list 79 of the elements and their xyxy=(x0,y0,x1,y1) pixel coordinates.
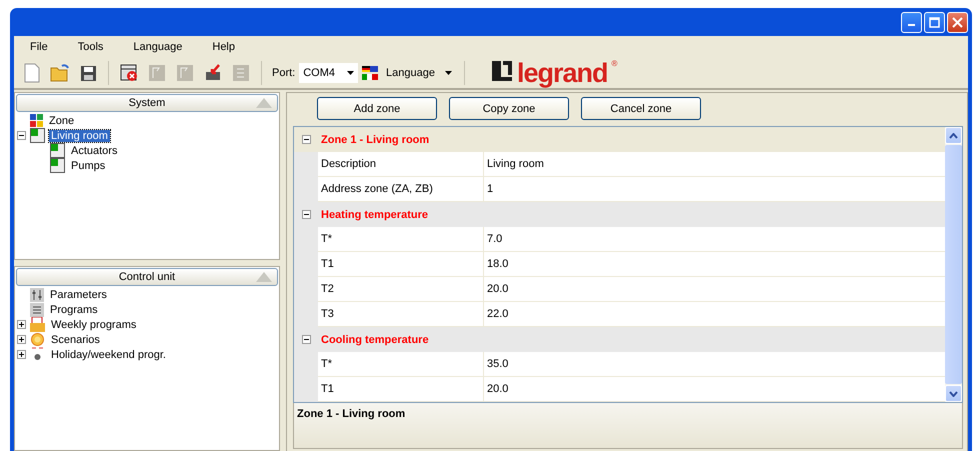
property-name: T2 xyxy=(318,277,484,302)
property-value[interactable]: 22.0 xyxy=(484,302,945,327)
sliders-icon xyxy=(30,288,44,302)
close-button[interactable] xyxy=(947,12,968,32)
caret-icon xyxy=(347,71,354,75)
row-gutter xyxy=(294,152,318,177)
open-folder-icon xyxy=(50,64,70,82)
minimize-icon xyxy=(908,24,915,26)
tree-item[interactable]: Zone xyxy=(47,114,76,126)
calendar-folder-icon xyxy=(30,317,45,332)
maximize-button[interactable] xyxy=(924,12,945,32)
property-value[interactable]: 7.0 xyxy=(484,227,945,252)
minimize-button[interactable] xyxy=(901,12,922,32)
registered-mark: ® xyxy=(612,59,618,68)
scrollbar[interactable] xyxy=(945,127,962,402)
collapse-icon[interactable] xyxy=(17,131,26,140)
tree-item[interactable]: Scenarios xyxy=(49,334,102,346)
menu-item[interactable]: Tools xyxy=(78,41,120,53)
logo-text: legrand xyxy=(516,59,608,87)
property-name: T1 xyxy=(318,252,484,277)
tree-item[interactable]: Actuators xyxy=(69,144,120,156)
menu-item[interactable]: File xyxy=(30,41,64,53)
triangle-icon xyxy=(255,271,273,283)
scroll-up-icon xyxy=(949,132,958,138)
property-name: T* xyxy=(318,352,484,377)
triangle-icon xyxy=(255,97,273,109)
property-value[interactable]: 20.0 xyxy=(484,377,945,402)
tree-node-icon xyxy=(50,143,65,158)
collapse-icon[interactable] xyxy=(302,135,310,144)
tree-item[interactable]: Pumps xyxy=(69,160,108,172)
flags-icon xyxy=(362,66,378,80)
property-value[interactable]: 35.0 xyxy=(484,352,945,377)
logo-mark-icon xyxy=(490,59,513,83)
panel-header[interactable]: System xyxy=(16,94,278,112)
row-gutter xyxy=(294,377,318,402)
list-icon xyxy=(30,302,44,316)
menu-item[interactable]: Language xyxy=(133,41,198,53)
property-value[interactable]: 1 xyxy=(484,177,945,202)
property-name: T1 xyxy=(318,377,484,402)
tree-item[interactable]: Parameters xyxy=(48,288,109,300)
maximize-icon xyxy=(929,16,940,28)
expand-icon[interactable] xyxy=(17,320,26,329)
panel-header[interactable]: Control unit xyxy=(16,268,278,286)
property-name: Address zone (ZA, ZB) xyxy=(318,177,484,202)
property-value[interactable]: 18.0 xyxy=(484,252,945,277)
tree-item[interactable]: Weekly programs xyxy=(49,318,138,330)
grid-delete-icon xyxy=(120,64,138,82)
description-title: Zone 1 - Living room xyxy=(293,403,963,449)
property-value[interactable]: Living room xyxy=(484,152,945,177)
property-name: T* xyxy=(318,227,484,252)
collapse-icon[interactable] xyxy=(302,335,310,344)
property-name: Description xyxy=(318,152,484,177)
sun-icon xyxy=(30,332,45,347)
tree-node-icon xyxy=(30,128,45,143)
port-label: Port: xyxy=(272,67,296,79)
document-icon xyxy=(232,64,250,82)
chip-arrow-icon xyxy=(204,64,222,82)
property-name: T3 xyxy=(318,302,484,327)
tree-node-icon xyxy=(50,158,65,173)
menu-item[interactable]: Help xyxy=(212,41,251,53)
tree-item[interactable]: Programs xyxy=(48,304,100,316)
new-document-icon xyxy=(24,63,40,83)
zone-button[interactable]: Cancel zone xyxy=(581,97,701,120)
zone-button[interactable]: Add zone xyxy=(317,97,437,120)
scroll-down-icon xyxy=(949,390,958,396)
expand-icon[interactable] xyxy=(17,335,26,344)
port-dropdown[interactable]: COM4 xyxy=(299,63,358,83)
flag-icon xyxy=(148,64,166,82)
expand-icon[interactable] xyxy=(17,350,26,359)
flag-icon xyxy=(176,64,194,82)
caret-icon xyxy=(444,71,452,75)
collapse-icon[interactable] xyxy=(302,210,310,219)
language-dropdown[interactable]: Language xyxy=(382,67,456,79)
zone-button[interactable]: Copy zone xyxy=(449,97,569,120)
property-value[interactable]: 20.0 xyxy=(484,277,945,302)
zone-grid-icon xyxy=(30,114,43,127)
tree-item[interactable]: Holiday/weekend progr. xyxy=(49,348,168,360)
tree-item[interactable]: Living room xyxy=(49,130,110,142)
close-icon xyxy=(952,16,963,28)
